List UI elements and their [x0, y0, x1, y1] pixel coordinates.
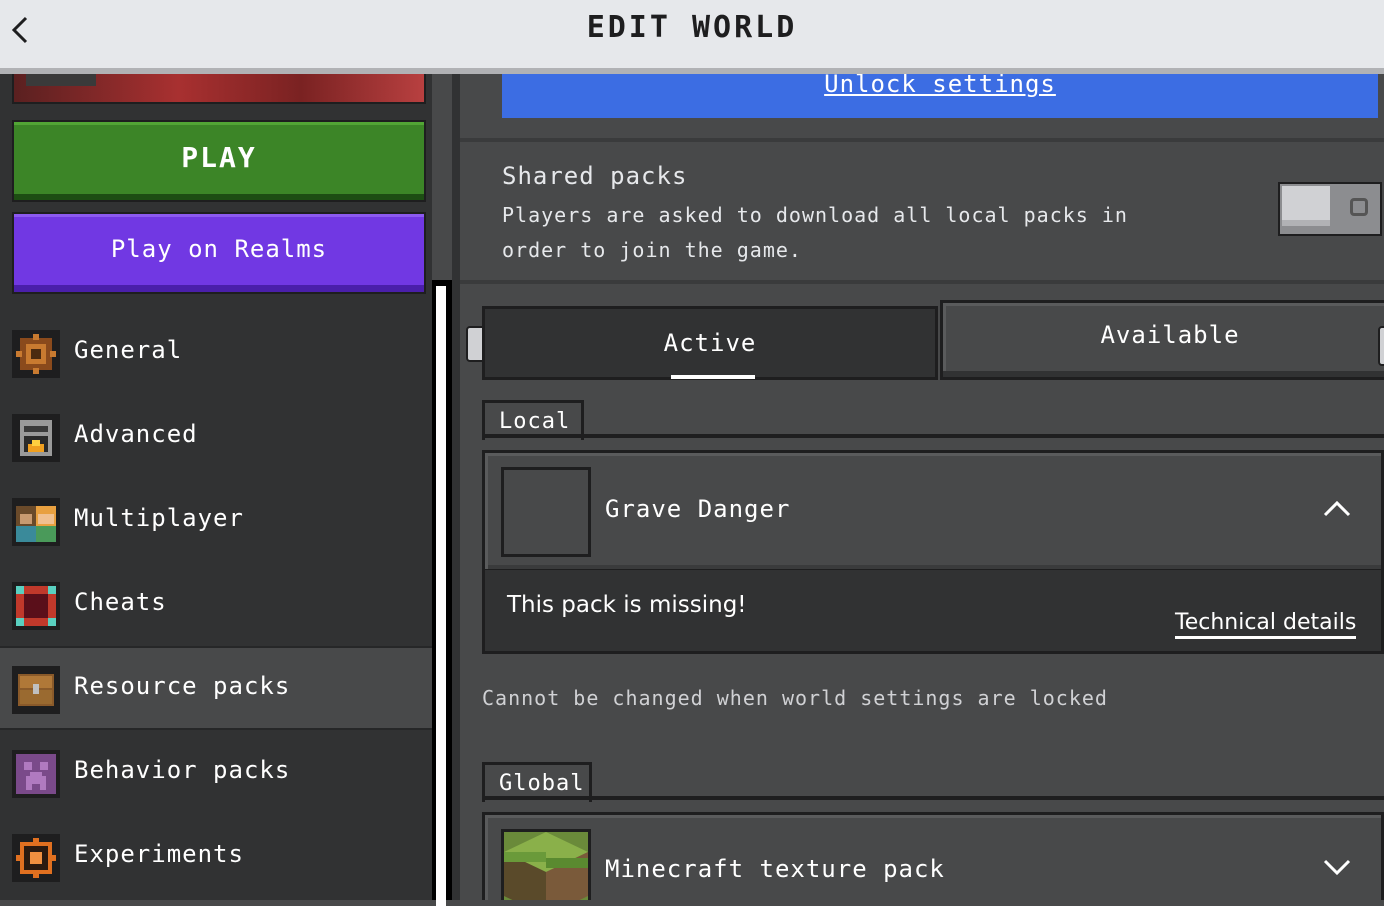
global-pack-row[interactable]: Minecraft texture pack — [482, 812, 1384, 900]
chevron-up-icon — [1323, 500, 1351, 517]
sidebar-scrollbar-thumb[interactable] — [436, 286, 446, 906]
top-bar: EDIT WORLD — [0, 0, 1384, 74]
toggle-knob — [1282, 186, 1330, 226]
pack-name: Minecraft texture pack — [605, 855, 945, 883]
toggle-off-icon — [1350, 198, 1368, 216]
shared-packs-description: Players are asked to download all local … — [502, 203, 1128, 262]
sidebar-item-label: Resource packs — [74, 672, 291, 700]
pack-thumbnail-placeholder — [501, 467, 591, 557]
experiments-icon — [12, 834, 60, 882]
furnace-icon — [12, 414, 60, 462]
play-on-realms-button[interactable]: Play on Realms — [12, 212, 426, 294]
sidebar-item-label: General — [74, 336, 183, 364]
sidebar-item-label: Multiplayer — [74, 504, 244, 532]
sidebar-item-behavior-packs[interactable]: Behavior packs — [0, 730, 432, 814]
local-pack-row[interactable]: Grave Danger — [482, 450, 1384, 572]
main-panel: Unlock settings Shared packs Players are… — [460, 74, 1384, 900]
creeper-icon — [12, 750, 60, 798]
sidebar-item-label: Experiments — [74, 840, 244, 868]
shared-packs-toggle[interactable] — [1278, 182, 1382, 236]
unlock-settings-label: Unlock settings — [824, 74, 1056, 98]
cheats-icon — [12, 582, 60, 630]
chest-icon — [12, 666, 60, 714]
tab-available-label: Available — [1100, 321, 1240, 349]
divider — [482, 434, 1384, 438]
texture-pack-thumbnail — [501, 829, 591, 900]
sidebar-item-experiments[interactable]: Experiments — [0, 814, 432, 898]
sidebar: PLAY Play on Realms General Advanced Mul… — [0, 74, 432, 900]
sidebar-item-resource-packs[interactable]: Resource packs — [0, 646, 432, 730]
divider — [460, 280, 1384, 284]
pack-missing-text: This pack is missing! — [507, 592, 747, 618]
divider — [460, 138, 1384, 142]
sidebar-item-cheats[interactable]: Cheats — [0, 562, 432, 646]
world-thumbnail — [12, 74, 426, 104]
locked-note: Cannot be changed when world settings ar… — [482, 686, 1108, 710]
unlock-settings-button[interactable]: Unlock settings — [502, 74, 1378, 118]
gear-icon — [12, 330, 60, 378]
chevron-down-icon — [1323, 859, 1351, 876]
shared-packs-title: Shared packs — [502, 162, 688, 190]
right-bumper-key-hint — [1378, 326, 1384, 366]
play-button[interactable]: PLAY — [12, 120, 426, 202]
tab-active[interactable]: Active — [482, 306, 938, 380]
panel-divider — [452, 74, 460, 900]
pack-tabs: Active Available — [482, 300, 1384, 384]
page-title: EDIT WORLD — [586, 10, 798, 45]
tab-active-label: Active — [663, 329, 757, 357]
sidebar-item-label: Behavior packs — [74, 756, 291, 784]
divider — [482, 796, 1384, 800]
sidebar-item-advanced[interactable]: Advanced — [0, 394, 432, 478]
sidebar-item-label: Cheats — [74, 588, 167, 616]
tab-available[interactable]: Available — [940, 300, 1384, 380]
tab-active-underline — [671, 375, 755, 379]
pack-name: Grave Danger — [605, 495, 791, 523]
pack-missing-panel: This pack is missing! Technical details — [482, 570, 1384, 654]
sidebar-item-general[interactable]: General — [0, 310, 432, 394]
sidebar-item-multiplayer[interactable]: Multiplayer — [0, 478, 432, 562]
sidebar-item-label: Advanced — [74, 420, 198, 448]
players-icon — [12, 498, 60, 546]
technical-details-link[interactable]: Technical details — [1175, 610, 1357, 639]
